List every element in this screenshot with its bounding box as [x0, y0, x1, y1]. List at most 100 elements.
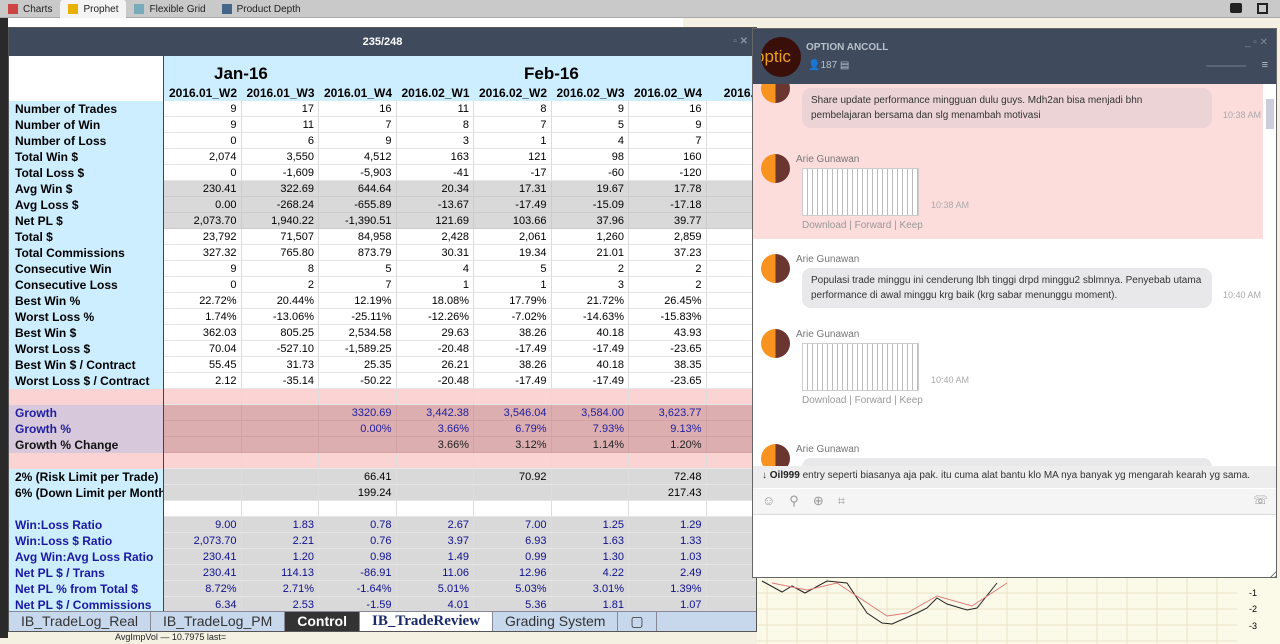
cell[interactable]: 8: [241, 261, 319, 277]
cell[interactable]: [706, 117, 756, 133]
cell[interactable]: 1.25: [551, 517, 629, 533]
cell[interactable]: 873.79: [319, 245, 397, 261]
cell[interactable]: -120: [629, 165, 707, 181]
cell[interactable]: 7: [629, 133, 707, 149]
row-label[interactable]: Net PL $ / Trans: [9, 565, 164, 581]
cell[interactable]: 17.79%: [474, 293, 552, 309]
cell[interactable]: [319, 501, 397, 517]
row-label[interactable]: Best Win %: [9, 293, 164, 309]
row-label[interactable]: Growth % Change: [9, 437, 164, 453]
cell[interactable]: -7.02%: [474, 309, 552, 325]
week-header[interactable]: 2016.03: [707, 86, 756, 100]
cell[interactable]: 9: [164, 101, 242, 117]
cell[interactable]: 20.44%: [241, 293, 319, 309]
row-label[interactable]: Growth %: [9, 421, 164, 437]
cell[interactable]: 1.29: [629, 517, 707, 533]
cell[interactable]: 1.74%: [164, 309, 242, 325]
cell[interactable]: 3320.69: [319, 405, 397, 421]
cell[interactable]: 22.72%: [164, 293, 242, 309]
cell[interactable]: 3.97: [396, 533, 474, 549]
cell[interactable]: -86.91: [319, 565, 397, 581]
cell[interactable]: [706, 245, 756, 261]
menu-icon[interactable]: ≡: [1262, 59, 1268, 71]
cell[interactable]: 2.21: [241, 533, 319, 549]
row-label[interactable]: Consecutive Win: [9, 261, 164, 277]
cell[interactable]: [241, 501, 319, 517]
cell[interactable]: 4: [396, 261, 474, 277]
cell[interactable]: 98: [551, 149, 629, 165]
cell[interactable]: 230.41: [164, 181, 242, 197]
cell[interactable]: 38.26: [474, 357, 552, 373]
cell[interactable]: [241, 437, 319, 453]
sheet-tab[interactable]: Grading System: [493, 612, 619, 631]
image-thumbnail[interactable]: [802, 168, 919, 216]
cell[interactable]: 6.93: [474, 533, 552, 549]
cell[interactable]: 7: [319, 117, 397, 133]
cell[interactable]: 2,073.70: [164, 213, 242, 229]
cell[interactable]: 8: [396, 117, 474, 133]
scrollbar[interactable]: [1266, 99, 1274, 129]
cell[interactable]: 9: [164, 261, 242, 277]
cell[interactable]: 1: [474, 277, 552, 293]
cell[interactable]: -15.83%: [629, 309, 707, 325]
cell[interactable]: -25.11%: [319, 309, 397, 325]
cell[interactable]: -268.24: [241, 197, 319, 213]
cell[interactable]: 2: [629, 277, 707, 293]
cell[interactable]: [551, 469, 629, 485]
cell[interactable]: -1,589.25: [319, 341, 397, 357]
cell[interactable]: 163: [396, 149, 474, 165]
cell[interactable]: [551, 501, 629, 517]
row-label[interactable]: 6% (Down Limit per Month): [9, 485, 164, 501]
cell[interactable]: 39.77: [629, 213, 707, 229]
cell[interactable]: 1,940.22: [241, 213, 319, 229]
cell[interactable]: 805.25: [241, 325, 319, 341]
cell[interactable]: [706, 261, 756, 277]
row-label[interactable]: Total Commissions: [9, 245, 164, 261]
cell[interactable]: 765.80: [241, 245, 319, 261]
cell[interactable]: -12.26%: [396, 309, 474, 325]
cell[interactable]: [164, 469, 242, 485]
row-label[interactable]: [9, 501, 164, 517]
download-icon[interactable]: ⊕: [813, 493, 824, 510]
cell[interactable]: 230.41: [164, 565, 242, 581]
cell[interactable]: [241, 405, 319, 421]
cell[interactable]: 5: [319, 261, 397, 277]
cell[interactable]: 0.00: [164, 197, 242, 213]
cell[interactable]: 0.99: [474, 549, 552, 565]
cell[interactable]: -17: [474, 165, 552, 181]
cell[interactable]: [706, 341, 756, 357]
cell[interactable]: [164, 389, 242, 405]
cell[interactable]: -35.14: [241, 373, 319, 389]
cell[interactable]: -17.49: [551, 373, 629, 389]
cell[interactable]: [241, 389, 319, 405]
cell[interactable]: 3: [551, 277, 629, 293]
cell[interactable]: 8: [474, 101, 552, 117]
row-label[interactable]: [9, 389, 164, 405]
cell[interactable]: [241, 421, 319, 437]
download-link[interactable]: Download: [802, 220, 846, 231]
cell[interactable]: 2,073.70: [164, 533, 242, 549]
cell[interactable]: 0: [164, 165, 242, 181]
cell[interactable]: 30.31: [396, 245, 474, 261]
cell[interactable]: 2: [629, 261, 707, 277]
cell[interactable]: 21.01: [551, 245, 629, 261]
cell[interactable]: 1: [706, 421, 756, 437]
cell[interactable]: 9.00: [164, 517, 242, 533]
cell[interactable]: 70.92: [474, 469, 552, 485]
cell[interactable]: [706, 485, 756, 501]
cell[interactable]: [241, 453, 319, 469]
new-sheet-icon[interactable]: ▢: [618, 612, 657, 631]
cell[interactable]: 1.63: [551, 533, 629, 549]
cell[interactable]: 121: [474, 149, 552, 165]
cell[interactable]: 40.18: [551, 325, 629, 341]
cell[interactable]: 0: [164, 277, 242, 293]
cell[interactable]: [706, 453, 756, 469]
cell[interactable]: -1.64%: [319, 581, 397, 597]
cell[interactable]: 160: [629, 149, 707, 165]
row-label[interactable]: [9, 453, 164, 469]
row-label[interactable]: Best Win $: [9, 325, 164, 341]
cell[interactable]: 3,546.04: [474, 405, 552, 421]
cell[interactable]: [474, 501, 552, 517]
forward-link[interactable]: Forward: [855, 395, 892, 406]
cell[interactable]: -1: [706, 309, 756, 325]
